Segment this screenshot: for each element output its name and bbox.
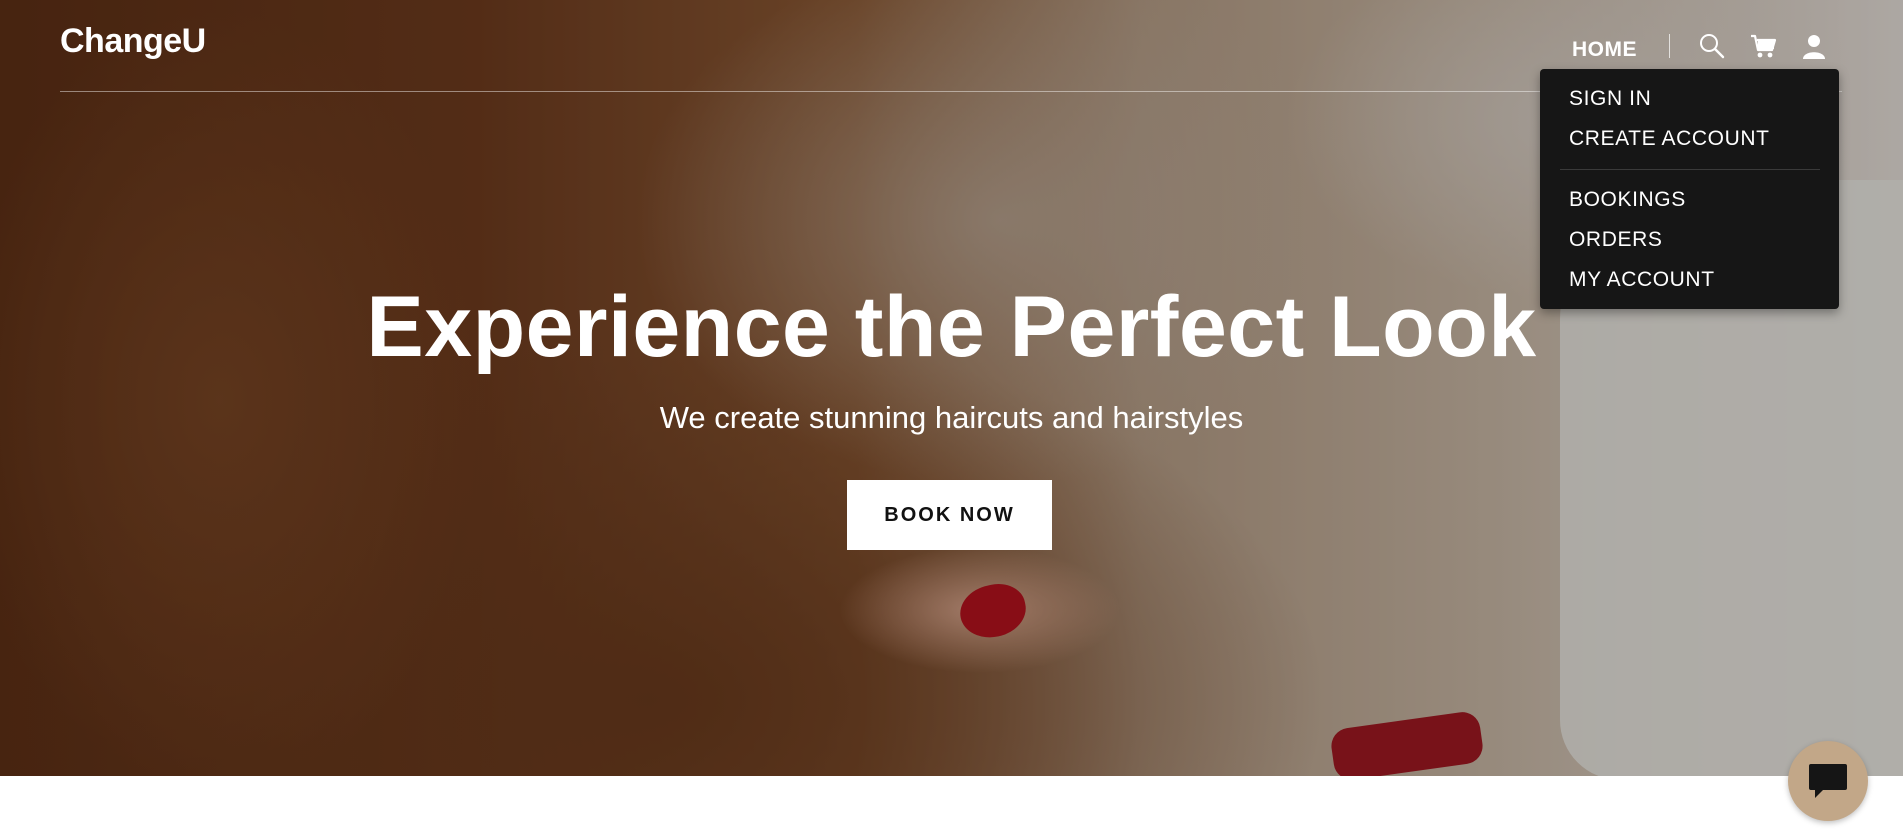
menu-item-create-account[interactable]: CREATE ACCOUNT (1569, 127, 1770, 151)
hero-subtitle: We create stunning haircuts and hairstyl… (659, 400, 1244, 435)
menu-item-sign-in[interactable]: SIGN IN (1569, 87, 1651, 111)
nav-divider (1669, 34, 1670, 58)
site-logo[interactable]: ChangeU (60, 22, 206, 61)
nav-home-link[interactable]: HOME (1572, 38, 1637, 62)
book-now-button[interactable]: BOOK NOW (847, 480, 1052, 550)
chat-icon (1809, 764, 1847, 798)
chat-button[interactable] (1788, 741, 1868, 821)
menu-item-my-account[interactable]: MY ACCOUNT (1569, 268, 1715, 292)
account-dropdown-menu: SIGN IN CREATE ACCOUNT BOOKINGS ORDERS M… (1540, 69, 1839, 309)
search-icon[interactable] (1698, 32, 1726, 60)
menu-item-orders[interactable]: ORDERS (1569, 228, 1662, 252)
menu-separator (1560, 169, 1820, 170)
account-icon[interactable] (1800, 32, 1828, 60)
cart-icon[interactable] (1749, 32, 1777, 60)
menu-item-bookings[interactable]: BOOKINGS (1569, 188, 1686, 212)
